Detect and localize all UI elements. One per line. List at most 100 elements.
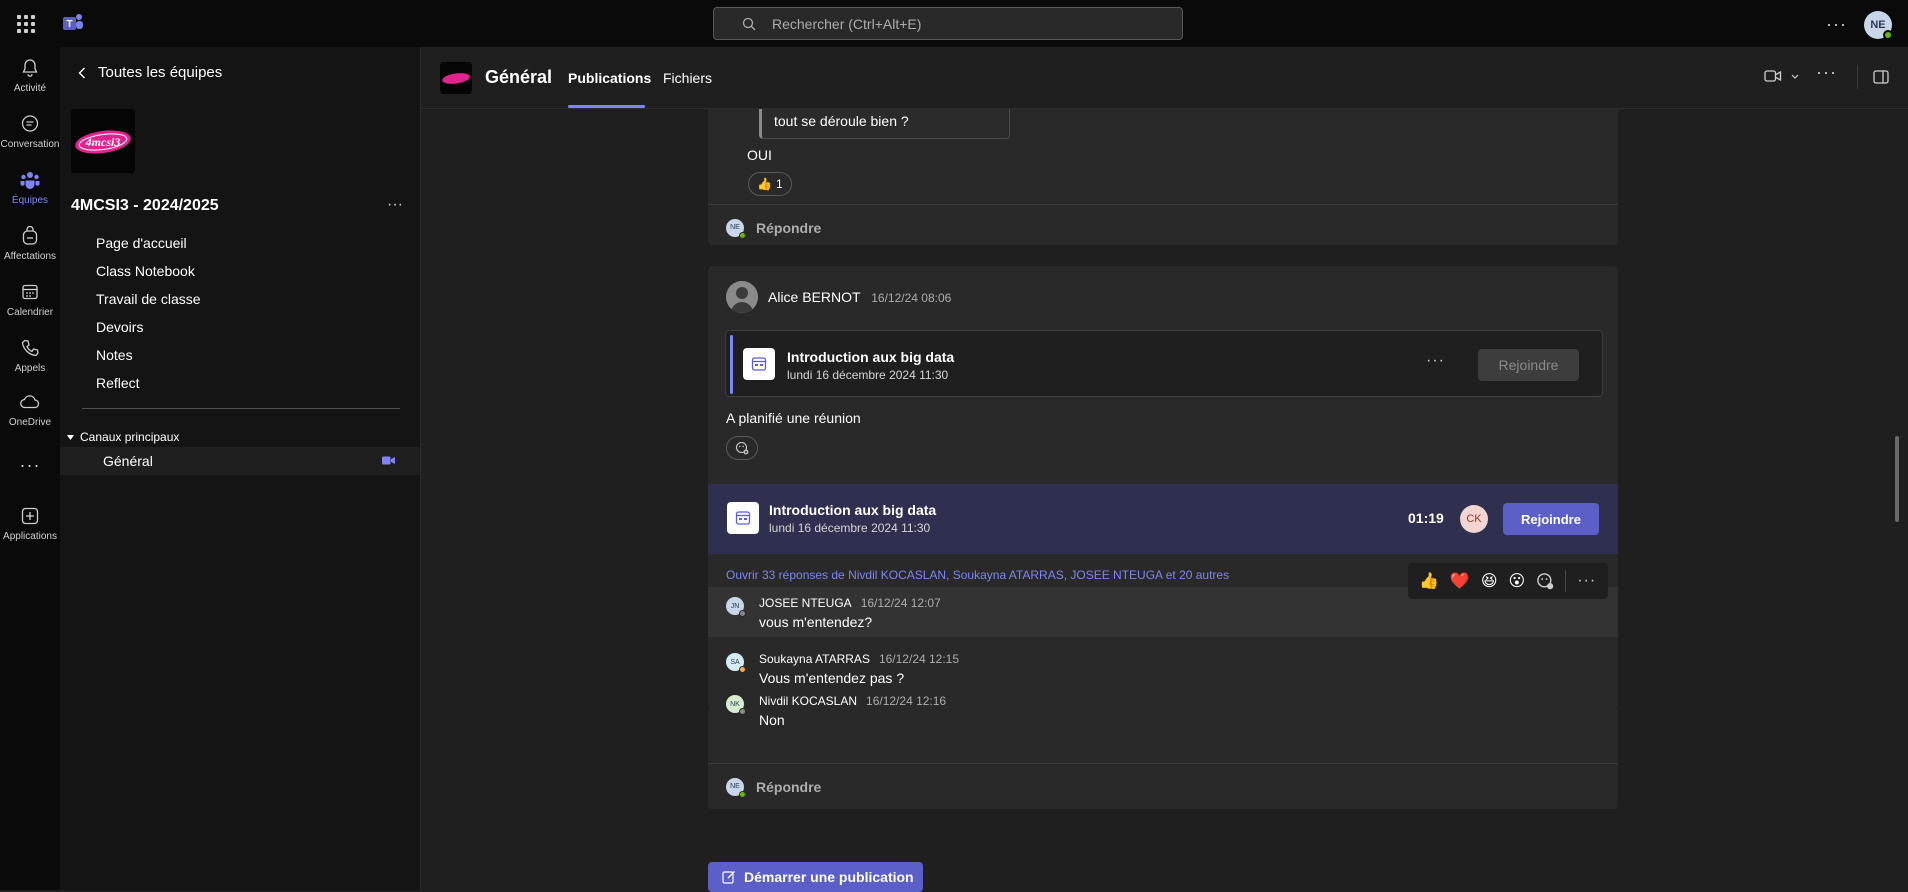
nav-class-notebook[interactable]: Class Notebook [96,263,195,279]
avatar: NE [726,777,746,798]
feed-scrollbar[interactable] [1895,436,1899,522]
heart-icon[interactable]: ❤️ [1450,571,1470,591]
app-rail: Activité Conversation Équipes Affectatio… [0,47,60,890]
calendar-icon [727,502,759,534]
avatar: NE [726,218,746,239]
team-more-icon[interactable]: ··· [387,196,403,214]
header-separator [1857,65,1858,89]
post-message: A planifié une réunion [726,410,861,426]
rail-teams[interactable]: Équipes [0,169,60,219]
toolbar-separator [1565,570,1567,592]
nav-assignments[interactable]: Devoirs [96,319,143,335]
search-input[interactable]: Rechercher (Ctrl+Alt+E) [713,7,1183,40]
presence-available-icon [1883,30,1893,40]
video-call-icon[interactable] [1764,69,1782,83]
reply-row[interactable]: NE Répondre [708,763,1618,809]
chevron-down-icon[interactable] [1791,74,1799,79]
nav-grades[interactable]: Notes [96,347,133,363]
svg-text:T: T [66,19,72,30]
add-emoji-icon [735,441,749,455]
nav-home[interactable]: Page d'accueil [96,235,187,251]
search-placeholder: Rechercher (Ctrl+Alt+E) [772,15,922,32]
user-avatar[interactable]: NE [1864,11,1893,40]
avatar [726,281,758,313]
post-card: Alice BERNOT 16/12/24 08:06 Introduction… [708,266,1618,709]
channel-more-icon[interactable]: ··· [1816,62,1837,83]
calendar-icon [743,348,775,380]
rail-assignments[interactable]: Affectations [0,225,60,275]
team-sidebar: Toutes les équipes 4mcsi3 4MCSI3 - 2024/… [60,47,421,890]
tab-publications[interactable]: Publications [568,70,651,86]
channel-general[interactable]: Général [60,447,420,475]
app-launcher-icon[interactable] [17,15,35,33]
meeting-more-icon[interactable]: ··· [1426,352,1445,370]
posts-feed: tout se déroule bien ? OUI 👍 1 NE Répond… [421,109,1908,890]
sidebar-divider [82,408,400,409]
rail-calls[interactable]: Appels [0,337,60,387]
add-reaction-button[interactable] [726,436,758,460]
top-bar: T Rechercher (Ctrl+Alt+E) ··· NE [0,0,1908,47]
surprised-icon[interactable]: 😮 [1509,571,1526,591]
post-card: tout se déroule bien ? OUI 👍 1 NE Répond… [708,109,1618,245]
nav-classwork[interactable]: Travail de classe [96,291,201,307]
side-panel-icon[interactable] [1873,70,1889,84]
meeting-live-icon [382,456,395,465]
cloud-icon [19,391,41,413]
meeting-title: Introduction aux big data [787,349,955,365]
post-card-continuation: NK Nivdil KOCASLAN 16/12/24 12:16 Non NE … [708,694,1618,809]
add-app-icon [19,505,41,527]
compose-icon [722,871,735,884]
calendar-icon [19,281,41,303]
channel-header: Général Publications Fichiers ··· [421,47,1908,109]
join-meeting-button[interactable]: Rejoindre [1503,503,1599,535]
avatar: NK [726,695,746,715]
message-more-icon[interactable]: ··· [1577,572,1596,590]
bell-icon [19,57,41,79]
join-button-disabled[interactable]: Rejoindre [1478,349,1579,381]
active-tab-indicator [568,105,645,108]
live-meeting-banner: Introduction aux big data lundi 16 décem… [708,484,1618,554]
list-item: NK Nivdil KOCASLAN 16/12/24 12:16 Non [708,685,1618,735]
teams-logo-icon: T [63,14,83,30]
like-reaction-pill[interactable]: 👍 1 [748,172,792,196]
rail-onedrive[interactable]: OneDrive [0,391,60,441]
thumbs-up-icon: 👍 [757,177,772,191]
rail-applications[interactable]: Applications [0,505,60,555]
phone-icon [19,337,41,359]
thumbs-up-icon[interactable]: 👍 [1419,571,1439,591]
meeting-timer: 01:19 [1408,510,1444,526]
more-options-icon[interactable]: ··· [1826,14,1847,35]
team-name: 4MCSI3 - 2024/2025 [71,197,219,214]
reaction-toolbar: 👍 ❤️ 😆 😮 ··· [1408,563,1608,599]
avatar: SA [726,653,746,673]
caret-down-icon [67,434,74,440]
backpack-icon [19,225,41,247]
tab-files[interactable]: Fichiers [663,70,712,86]
add-emoji-icon[interactable] [1536,572,1554,590]
rail-calendar[interactable]: Calendrier [0,281,60,331]
more-icon: ··· [19,455,41,475]
teams-icon [19,169,41,191]
channels-header[interactable]: Canaux principaux [67,430,179,444]
rail-more-apps[interactable]: ··· [0,455,60,479]
rail-conversation[interactable]: Conversation [0,113,60,163]
open-replies-link[interactable]: Ouvrir 33 réponses de Nivdil KOCASLAN, S… [726,568,1229,582]
start-post-button[interactable]: Démarrer une publication [708,862,923,892]
nav-reflect[interactable]: Reflect [96,375,140,391]
rail-activity[interactable]: Activité [0,57,60,107]
search-icon [742,17,756,30]
svg-text:4mcsi3: 4mcsi3 [85,135,121,149]
back-to-teams-button[interactable]: Toutes les équipes [78,64,222,81]
meeting-date: lundi 16 décembre 2024 11:30 [787,368,949,382]
channel-logo [440,62,472,94]
meeting-card: Introduction aux big data lundi 16 décem… [725,330,1603,397]
meeting-date: lundi 16 décembre 2024 11:30 [769,521,931,535]
post-author: Alice BERNOT 16/12/24 08:06 [768,289,952,305]
team-logo: 4mcsi3 [71,109,135,173]
chat-icon [19,113,41,135]
laugh-icon[interactable]: 😆 [1481,571,1498,591]
reply-row[interactable]: NE Répondre [708,204,1618,250]
avatar: JN [726,597,746,617]
attendee-avatar: CK [1460,505,1488,533]
meeting-title: Introduction aux big data [769,502,937,518]
